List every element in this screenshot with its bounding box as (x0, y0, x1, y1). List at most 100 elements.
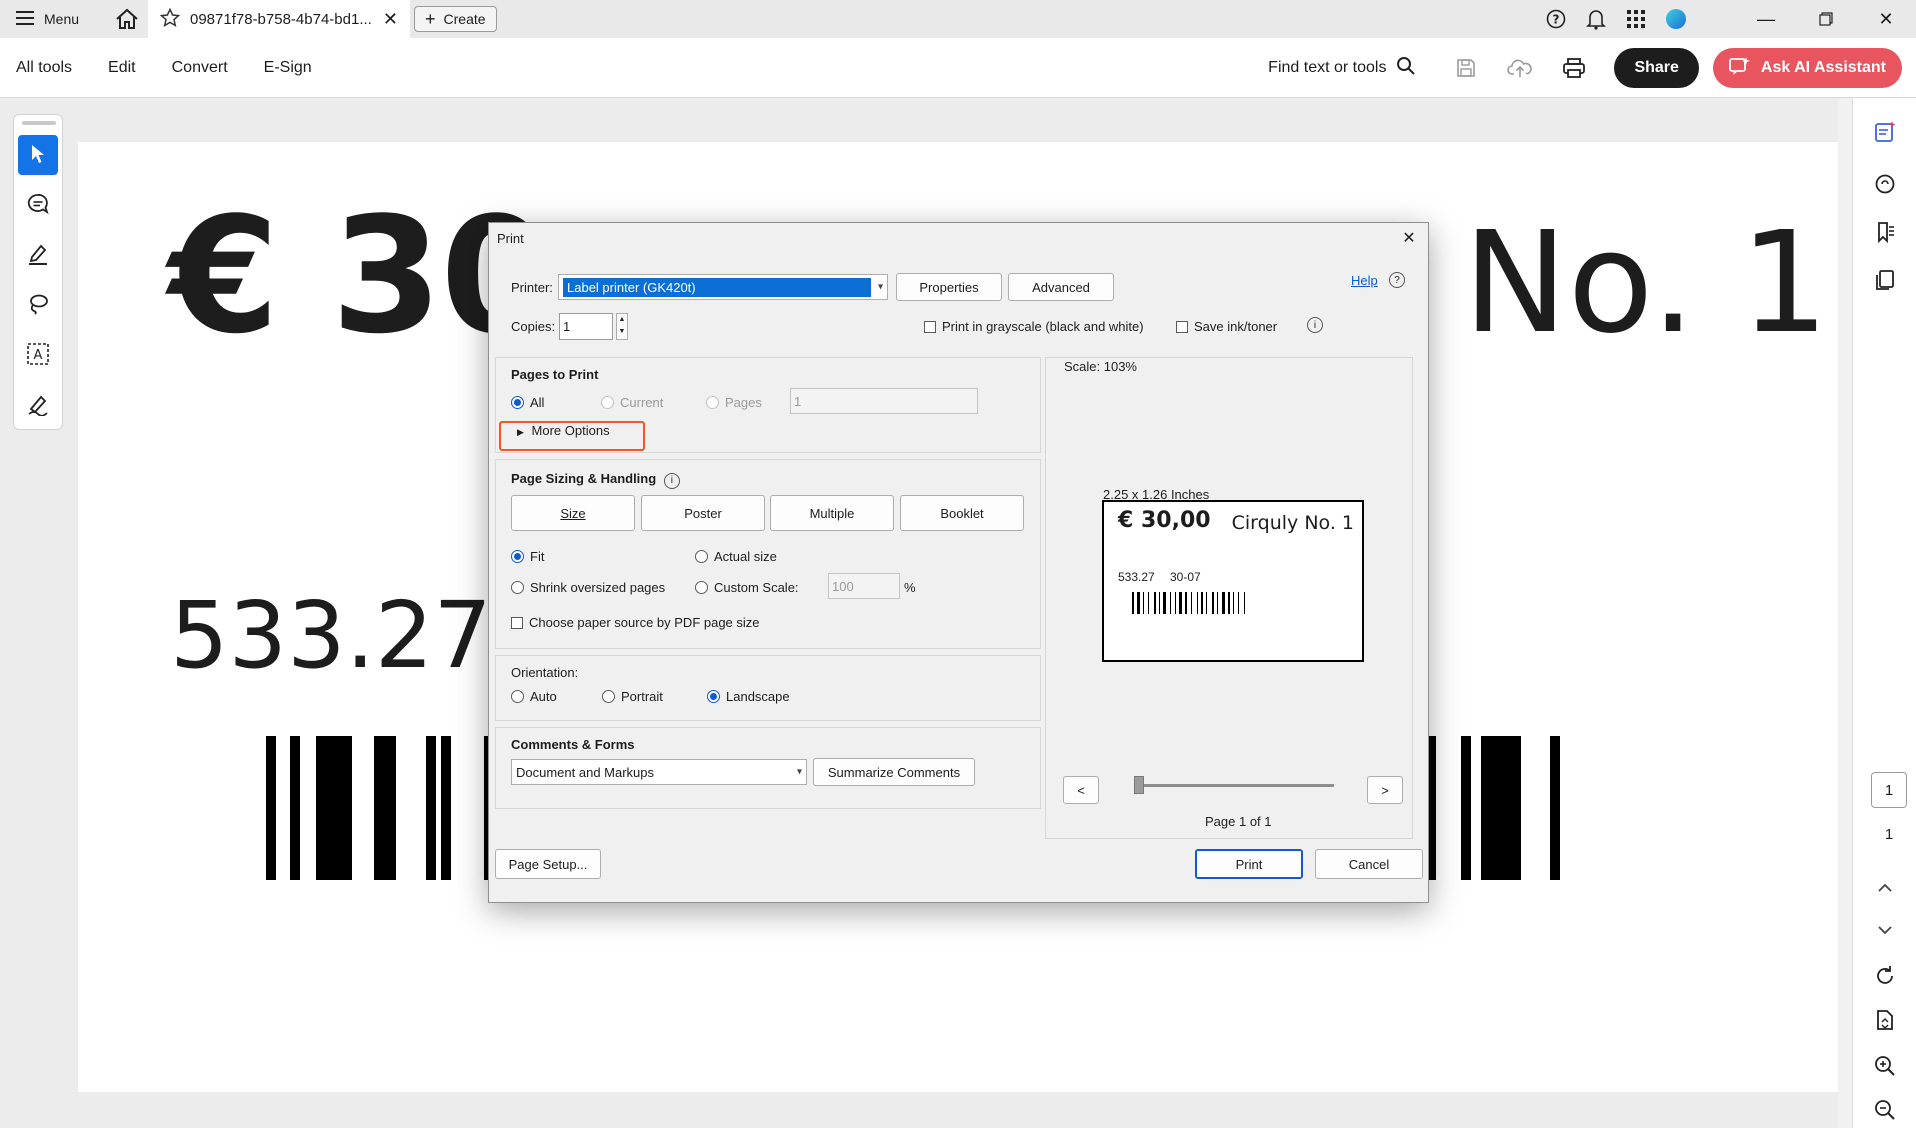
preview-next-button[interactable]: > (1367, 776, 1403, 804)
share-button[interactable]: Share (1614, 48, 1699, 88)
shrink-radio[interactable]: Shrink oversized pages (511, 580, 665, 595)
barcode-bar (1163, 592, 1166, 614)
chevron-down-icon[interactable] (1869, 914, 1901, 946)
info-icon[interactable]: i (1307, 317, 1323, 333)
help-icon[interactable]: ? (1536, 0, 1576, 38)
menu-edit[interactable]: Edit (108, 59, 136, 77)
menu-label: Menu (44, 11, 80, 27)
rail-grip[interactable] (22, 121, 56, 125)
cloud-upload-icon[interactable] (1496, 48, 1544, 88)
barcode-bar (374, 736, 396, 880)
page-scroll-icon[interactable] (1869, 1004, 1901, 1036)
zoom-out-icon[interactable] (1869, 1094, 1901, 1126)
right-rail: 1 1 (1852, 98, 1916, 1128)
sign-tool[interactable] (18, 385, 58, 425)
orientation-landscape-radio[interactable]: Landscape (707, 689, 790, 704)
comments-forms-select[interactable]: Document and Markups ▾ (511, 759, 807, 785)
summarize-comments-button[interactable]: Summarize Comments (813, 758, 975, 786)
copies-spinner[interactable]: ▲ ▼ (616, 313, 628, 340)
minimize-icon[interactable]: — (1736, 0, 1796, 38)
poster-tab[interactable]: Poster (641, 495, 765, 531)
preview-code: 30-07 (1170, 570, 1201, 584)
print-icon[interactable] (1550, 48, 1598, 88)
size-tab[interactable]: Size (511, 495, 635, 531)
pages-all-radio[interactable]: All (511, 395, 544, 410)
actual-size-radio[interactable]: Actual size (695, 549, 777, 564)
comments-panel-icon[interactable] (1869, 168, 1901, 200)
print-button[interactable]: Print (1195, 849, 1303, 879)
pages-range-input[interactable]: 1 (790, 388, 978, 414)
percent-label: % (904, 580, 916, 595)
preview-slider-track[interactable] (1140, 784, 1334, 787)
printer-label: Printer: (511, 280, 553, 295)
orientation-auto-radio[interactable]: Auto (511, 689, 557, 704)
window-close-icon[interactable]: ✕ (1856, 0, 1916, 38)
rotate-icon[interactable] (1869, 960, 1901, 992)
create-button[interactable]: + Create (414, 6, 497, 32)
cancel-button[interactable]: Cancel (1315, 849, 1423, 879)
close-tab-icon[interactable]: ✕ (383, 9, 398, 30)
orientation-heading: Orientation: (511, 665, 579, 680)
info-icon[interactable]: i (663, 472, 680, 489)
document-tab[interactable]: 09871f78-b758-4b74-bd1... ✕ (148, 0, 410, 38)
pages-range-radio[interactable]: Pages (706, 395, 762, 410)
barcode-bar (316, 736, 352, 880)
paper-source-checkbox[interactable]: Choose paper source by PDF page size (511, 615, 760, 630)
preview-slider-thumb[interactable] (1134, 776, 1144, 794)
custom-scale-input[interactable]: 100 (828, 573, 900, 599)
select-tool[interactable] (18, 135, 58, 175)
barcode-bar (426, 736, 436, 880)
apps-grid-icon[interactable] (1616, 0, 1656, 38)
booklet-tab[interactable]: Booklet (900, 495, 1024, 531)
chevron-down-icon: ▾ (796, 766, 802, 778)
avatar[interactable] (1656, 0, 1696, 38)
vertical-scrollbar[interactable] (1838, 98, 1852, 1128)
multiple-tab[interactable]: Multiple (770, 495, 894, 531)
pages-current-radio[interactable]: Current (601, 395, 663, 410)
menu-e-sign[interactable]: E-Sign (264, 59, 312, 77)
barcode-bar (1217, 592, 1218, 614)
pen-highlight-icon (26, 242, 50, 269)
tab-bar: Menu 09871f78-b758-4b74-bd1... ✕ + Creat… (0, 0, 1916, 38)
star-icon[interactable] (159, 7, 181, 31)
highlight-tool[interactable] (18, 235, 58, 275)
radio-dot (601, 396, 614, 409)
save-ink-checkbox[interactable]: Save ink/toner (1176, 319, 1277, 334)
paper-source-label: Choose paper source by PDF page size (529, 615, 760, 630)
home-icon[interactable] (113, 5, 141, 33)
help-link[interactable]: Help (1351, 273, 1378, 288)
text-tool[interactable]: A (18, 335, 58, 375)
radio-dot (706, 396, 719, 409)
ask-ai-button[interactable]: Ask AI Assistant (1712, 48, 1902, 88)
dialog-close-icon[interactable]: ✕ (1398, 227, 1420, 249)
pages-icon[interactable] (1869, 264, 1901, 296)
zoom-in-icon[interactable] (1869, 1050, 1901, 1082)
advanced-button[interactable]: Advanced (1008, 273, 1114, 301)
menu-convert[interactable]: Convert (172, 59, 228, 77)
copies-input[interactable]: 1 (559, 313, 613, 340)
comment-tool[interactable] (18, 185, 58, 225)
help-question-icon[interactable]: ? (1389, 272, 1405, 288)
current-page-input[interactable]: 1 (1871, 772, 1907, 808)
bell-icon[interactable] (1576, 0, 1616, 38)
fit-radio[interactable]: Fit (511, 549, 544, 564)
radio-dot (707, 690, 720, 703)
properties-button[interactable]: Properties (896, 273, 1002, 301)
comments-forms-value: Document and Markups (516, 764, 655, 780)
bookmarks-icon[interactable] (1869, 216, 1901, 248)
menu-button[interactable]: Menu (16, 10, 80, 28)
custom-scale-radio[interactable]: Custom Scale: (695, 580, 799, 595)
orientation-portrait-radio[interactable]: Portrait (602, 689, 663, 704)
draw-tool[interactable] (18, 285, 58, 325)
save-icon[interactable] (1442, 48, 1490, 88)
restore-icon[interactable] (1796, 0, 1856, 38)
grayscale-checkbox[interactable]: Print in grayscale (black and white) (924, 319, 1144, 334)
printer-select[interactable]: Label printer (GK420t) ▾ (558, 274, 888, 300)
svg-text:?: ? (1553, 13, 1560, 27)
chevron-up-icon[interactable] (1869, 872, 1901, 904)
preview-prev-button[interactable]: < (1063, 776, 1099, 804)
edit-pdf-icon[interactable] (1869, 116, 1901, 148)
page-setup-button[interactable]: Page Setup... (495, 849, 601, 879)
find-text-button[interactable]: Find text or tools (1268, 56, 1416, 81)
menu-all-tools[interactable]: All tools (16, 59, 72, 77)
